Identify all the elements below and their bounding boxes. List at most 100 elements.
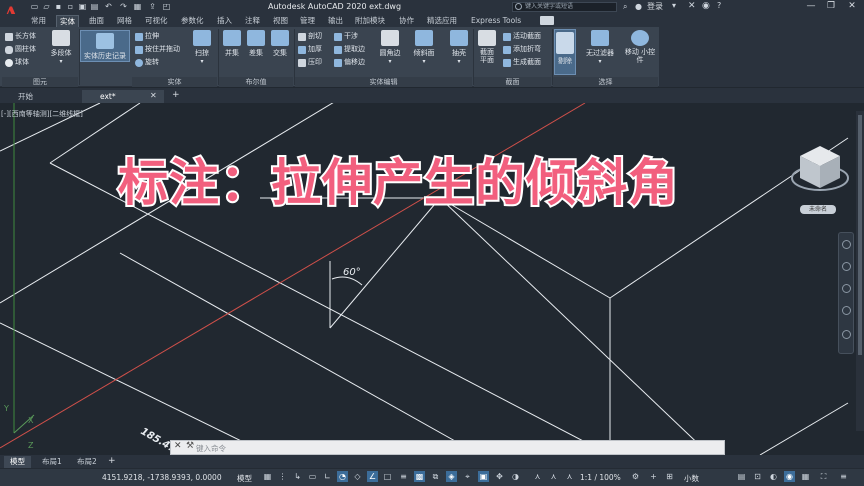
- save-icon[interactable]: ▪: [54, 2, 63, 11]
- section-plane-button[interactable]: 截面 平面: [476, 30, 498, 64]
- tab-featured-apps[interactable]: 精选应用: [424, 15, 460, 27]
- workspace-switch-icon[interactable]: ⚙: [630, 471, 641, 482]
- new-layout-icon[interactable]: +: [108, 456, 116, 466]
- tab-view[interactable]: 视图: [270, 15, 291, 27]
- tab-insert[interactable]: 插入: [214, 15, 235, 27]
- help-icon[interactable]: ?: [717, 1, 721, 10]
- annotation-scale-selector[interactable]: 1:1 / 100%: [580, 473, 621, 482]
- tab-collaborate[interactable]: 协作: [396, 15, 417, 27]
- fillet-edge-button[interactable]: 圆角边 ▾: [377, 30, 403, 65]
- tab-express-tools[interactable]: Express Tools: [468, 15, 524, 27]
- sphere-button[interactable]: 球体: [5, 57, 29, 68]
- minimize-button[interactable]: —: [804, 1, 818, 12]
- user-icon[interactable]: ●: [635, 2, 642, 11]
- box-button[interactable]: 长方体: [5, 31, 36, 42]
- infer-icon[interactable]: ↳: [292, 471, 303, 482]
- restore-button[interactable]: ❐: [824, 1, 838, 12]
- cylinder-button[interactable]: 圆柱体: [5, 44, 36, 55]
- no-filter-button[interactable]: 无过滤器 ▾: [581, 30, 619, 65]
- web-save-icon[interactable]: ▤: [90, 2, 99, 11]
- new-tab-icon[interactable]: +: [172, 90, 180, 100]
- layout1-tab[interactable]: 布局1: [36, 456, 68, 468]
- tab-mesh[interactable]: 网格: [114, 15, 135, 27]
- shell-button[interactable]: 抽壳 ▾: [448, 30, 470, 65]
- tab-solid[interactable]: 实体: [56, 15, 79, 27]
- dynamic-input-icon[interactable]: ▭: [307, 471, 318, 482]
- 3d-osnap-icon[interactable]: ◈: [446, 471, 457, 482]
- add-jog-button[interactable]: 添加折弯: [503, 44, 541, 55]
- dynamic-ucs-icon[interactable]: ⌖: [462, 471, 473, 482]
- redo-icon[interactable]: ↷: [119, 2, 128, 11]
- slice-button[interactable]: 剖切: [298, 31, 322, 42]
- graphics-performance-icon[interactable]: ◉: [784, 471, 795, 482]
- quick-properties-icon[interactable]: ▤: [736, 471, 747, 482]
- coordinates-readout[interactable]: 4151.9218, -1738.9393, 0.0000: [102, 473, 222, 482]
- tab-addins[interactable]: 附加模块: [352, 15, 388, 27]
- tab-visualize[interactable]: 可视化: [142, 15, 171, 27]
- object-snap-tracking-icon[interactable]: ∠: [367, 471, 378, 482]
- snap-icon[interactable]: ⋮: [277, 471, 288, 482]
- revolve-button[interactable]: 旋转: [135, 57, 159, 68]
- save-as-icon[interactable]: ▫: [66, 2, 75, 11]
- polar-icon[interactable]: ◔: [337, 471, 348, 482]
- scrollbar-thumb[interactable]: [858, 115, 862, 355]
- auto-scale-icon[interactable]: ⋏: [548, 471, 559, 482]
- gizmo-icon[interactable]: ✥: [494, 471, 505, 482]
- customize-icon[interactable]: ⚒: [186, 441, 194, 451]
- annotation-scale-toggle-icon[interactable]: ⋏: [564, 471, 575, 482]
- thicken-button[interactable]: 加厚: [298, 44, 322, 55]
- close-command-icon[interactable]: ✕: [174, 441, 182, 451]
- selection-cycling-icon[interactable]: ⧉: [430, 471, 441, 482]
- union-button[interactable]: 并集: [222, 30, 242, 58]
- imprint-button[interactable]: 压印: [298, 57, 322, 68]
- layout2-tab[interactable]: 布局2: [71, 456, 103, 468]
- tab-output[interactable]: 输出: [325, 15, 346, 27]
- isodraft-icon[interactable]: ◇: [352, 471, 363, 482]
- ucs-menu[interactable]: 未命名: [800, 205, 836, 214]
- login-button[interactable]: 登录: [647, 1, 663, 12]
- command-input[interactable]: 键入命令: [196, 443, 226, 454]
- lineweight-icon[interactable]: ≡: [398, 471, 409, 482]
- tab-manage[interactable]: 管理: [297, 15, 318, 27]
- command-line[interactable]: [170, 440, 725, 455]
- isolate-objects-icon[interactable]: ◐: [768, 471, 779, 482]
- account-icon[interactable]: ◉: [702, 1, 710, 11]
- model-tab[interactable]: 模型: [4, 456, 31, 468]
- live-section-button[interactable]: 活动截面: [503, 31, 541, 42]
- units-icon[interactable]: ⊞: [664, 471, 675, 482]
- showmotion-icon[interactable]: [842, 330, 851, 339]
- model-space-button[interactable]: 模型: [237, 473, 252, 484]
- taper-faces-button[interactable]: 倾斜面 ▾: [411, 30, 437, 65]
- grid-icon[interactable]: ▦: [262, 471, 273, 482]
- intersect-button[interactable]: 交集: [270, 30, 290, 58]
- osnap-icon[interactable]: □: [382, 471, 393, 482]
- tab-annotate[interactable]: 注释: [242, 15, 263, 27]
- solid-history-button[interactable]: 实体历史记录: [80, 30, 130, 62]
- tab-parametric[interactable]: 参数化: [178, 15, 207, 27]
- hardware-acceleration-icon[interactable]: ▦: [800, 471, 811, 482]
- move-gizmo-button[interactable]: 移动 小控件: [624, 30, 656, 64]
- web-open-icon[interactable]: ▣: [78, 2, 87, 11]
- annotation-visibility-icon[interactable]: ◑: [510, 471, 521, 482]
- clean-screen-icon[interactable]: ⛶: [818, 471, 829, 482]
- subtract-button[interactable]: 差集: [246, 30, 266, 58]
- autodesk-app-store-icon[interactable]: ✕: [688, 1, 696, 11]
- sweep-button[interactable]: 扫掠 ▾: [191, 30, 213, 65]
- annotation-monitor-icon[interactable]: +: [648, 471, 659, 482]
- search-input[interactable]: 键入关键字或短语: [512, 2, 617, 12]
- start-tab[interactable]: 开始: [0, 90, 82, 103]
- undo-icon[interactable]: ↶: [104, 2, 113, 11]
- dropdown-arrow-icon[interactable]: ▾: [672, 1, 676, 10]
- selection-filter-icon[interactable]: ▣: [478, 471, 489, 482]
- polysolid-button[interactable]: 多段体 ▾: [47, 30, 75, 65]
- close-button[interactable]: ✕: [845, 1, 859, 12]
- share-icon[interactable]: ⇪: [148, 2, 157, 11]
- plot-icon[interactable]: ▦: [133, 2, 142, 11]
- annotation-scale-icon[interactable]: ⋏: [532, 471, 543, 482]
- steering-wheel-icon[interactable]: [842, 240, 851, 249]
- transparency-icon[interactable]: ▩: [414, 471, 425, 482]
- close-tab-icon[interactable]: ✕: [150, 91, 157, 100]
- lock-ui-icon[interactable]: ⊡: [752, 471, 763, 482]
- new-file-icon[interactable]: ▭: [30, 2, 39, 11]
- orbit-icon[interactable]: [842, 306, 851, 315]
